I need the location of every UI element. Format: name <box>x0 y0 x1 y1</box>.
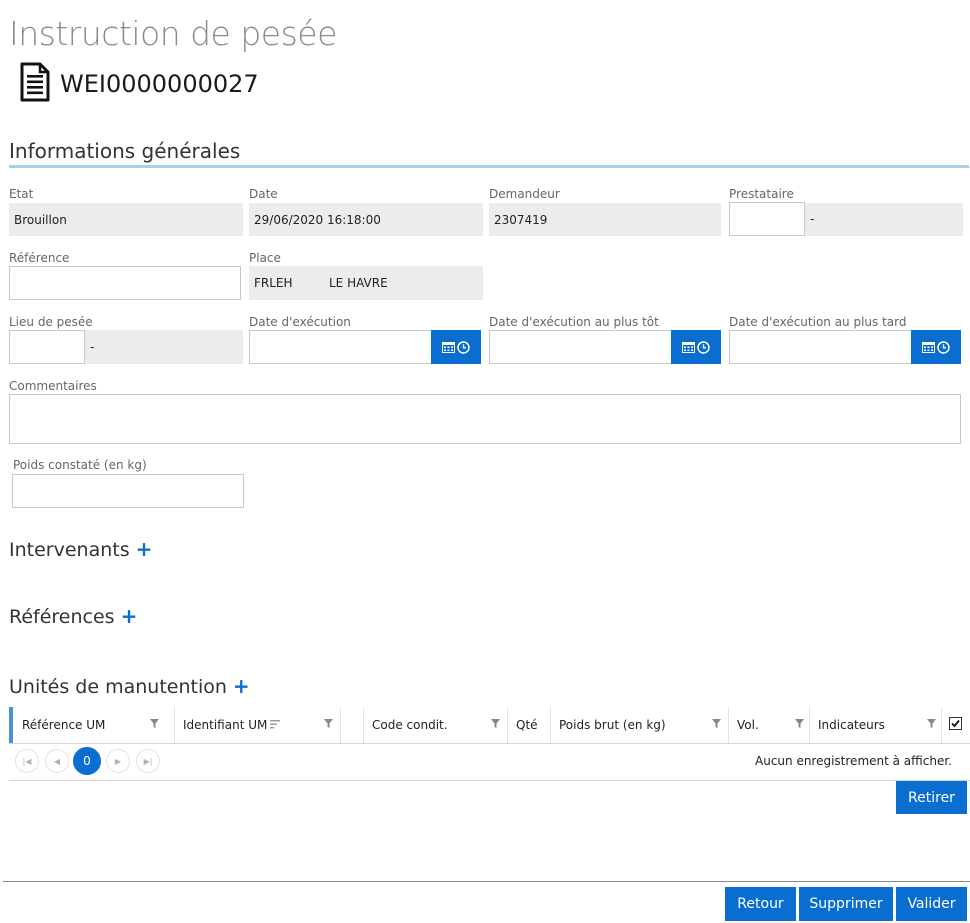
col-qte[interactable]: Qté <box>507 707 550 743</box>
place-code: FRLEH <box>254 276 293 290</box>
etat-label: Etat <box>9 187 34 201</box>
col-label: Poids brut (en kg) <box>559 718 666 732</box>
col-label: Indicateurs <box>818 718 885 732</box>
date-field: 29/06/2020 16:18:00 <box>249 203 483 236</box>
place-label: Place <box>249 251 281 265</box>
place-field: FRLEH LE HAVRE <box>249 266 483 300</box>
demandeur-field: 2307419 <box>489 203 721 236</box>
page-title: Instruction de pesée <box>9 14 337 53</box>
supprimer-button[interactable]: Supprimer <box>799 887 893 921</box>
retour-button[interactable]: Retour <box>725 887 796 921</box>
add-reference-button[interactable]: + <box>121 604 138 628</box>
sort-icon <box>270 718 281 732</box>
date-label: Date <box>249 187 278 201</box>
unites-header: Unités de manutention + <box>9 674 250 698</box>
section-title-general: Informations générales <box>9 139 241 163</box>
intervenants-header: Intervenants + <box>9 537 152 561</box>
current-page-button[interactable]: 0 <box>73 747 101 775</box>
select-all-checkbox[interactable] <box>949 717 962 730</box>
col-label: Identifiant UM <box>183 718 268 732</box>
poids-label: Poids constaté (en kg) <box>13 458 147 472</box>
demandeur-value: 2307419 <box>494 212 548 227</box>
calendar-icon <box>922 341 935 353</box>
add-intervenant-button[interactable]: + <box>136 537 153 561</box>
reference-input[interactable] <box>9 266 241 300</box>
date-exec-label: Date d'exécution <box>249 315 351 329</box>
col-identifiant-um[interactable]: Identifiant UM <box>174 707 340 743</box>
filter-icon[interactable] <box>150 719 159 728</box>
unites-pager: |◀ ◀ 0 ▶ ▶| Aucun enregistrement à affic… <box>9 744 970 781</box>
col-label: Qté <box>516 718 538 732</box>
date-exec-picker-button[interactable] <box>431 330 481 364</box>
commentaires-label: Commentaires <box>9 379 97 393</box>
no-records-message: Aucun enregistrement à afficher. <box>755 754 952 768</box>
references-header: Références + <box>9 604 137 628</box>
demandeur-label: Demandeur <box>489 187 560 201</box>
place-name: LE HAVRE <box>329 276 388 290</box>
unites-title: Unités de manutention <box>9 676 227 698</box>
lieu-label: Lieu de pesée <box>9 315 93 329</box>
poids-input[interactable] <box>12 474 244 508</box>
col-code-condit[interactable]: Code condit. <box>363 707 507 743</box>
intervenants-title: Intervenants <box>9 539 130 561</box>
filter-icon[interactable] <box>795 719 804 728</box>
section-divider <box>9 165 969 168</box>
date-exec-tard-label: Date d'exécution au plus tard <box>729 315 907 329</box>
filter-icon[interactable] <box>712 719 721 728</box>
calendar-icon <box>682 341 695 353</box>
clock-icon <box>937 340 950 354</box>
document-icon <box>20 62 50 102</box>
valider-button[interactable]: Valider <box>896 887 967 921</box>
etat-field: Brouillon <box>9 203 243 236</box>
date-exec-tot-label: Date d'exécution au plus tôt <box>489 315 659 329</box>
clock-icon <box>457 340 470 354</box>
date-exec-input[interactable] <box>249 330 432 364</box>
date-exec-tard-picker-button[interactable] <box>911 330 961 364</box>
prestataire-label: Prestataire <box>729 187 794 201</box>
unites-grid-header: Référence UM Identifiant UM Code condit.… <box>9 707 970 744</box>
calendar-icon <box>442 341 455 353</box>
lieu-input[interactable] <box>9 330 85 364</box>
col-label: Référence UM <box>22 718 106 732</box>
add-unite-button[interactable]: + <box>233 674 250 698</box>
first-page-button[interactable]: |◀ <box>15 749 39 773</box>
document-number: WEI0000000027 <box>60 70 259 98</box>
prestataire-input[interactable] <box>729 202 805 236</box>
footer-divider <box>3 881 970 882</box>
etat-value: Brouillon <box>14 212 67 227</box>
col-label: Vol. <box>737 718 759 732</box>
filter-icon[interactable] <box>491 719 500 728</box>
retirer-button[interactable]: Retirer <box>896 781 967 814</box>
col-indicateurs[interactable]: Indicateurs <box>809 707 941 743</box>
commentaires-textarea[interactable] <box>9 394 961 444</box>
last-page-button[interactable]: ▶| <box>136 749 160 773</box>
col-blank <box>340 707 363 743</box>
references-title: Références <box>9 606 115 628</box>
date-exec-tot-picker-button[interactable] <box>671 330 721 364</box>
date-value: 29/06/2020 16:18:00 <box>254 212 381 227</box>
next-page-button[interactable]: ▶ <box>106 749 130 773</box>
prestataire-desc: - <box>810 212 815 226</box>
col-poids-brut[interactable]: Poids brut (en kg) <box>550 707 728 743</box>
lieu-desc: - <box>90 340 95 354</box>
clock-icon <box>697 340 710 354</box>
prev-page-button[interactable]: ◀ <box>45 749 69 773</box>
filter-icon[interactable] <box>927 719 936 728</box>
date-exec-tard-input[interactable] <box>729 330 912 364</box>
col-label: Code condit. <box>372 718 448 732</box>
date-exec-tot-input[interactable] <box>489 330 672 364</box>
reference-label: Référence <box>9 251 70 265</box>
filter-icon[interactable] <box>324 719 333 728</box>
